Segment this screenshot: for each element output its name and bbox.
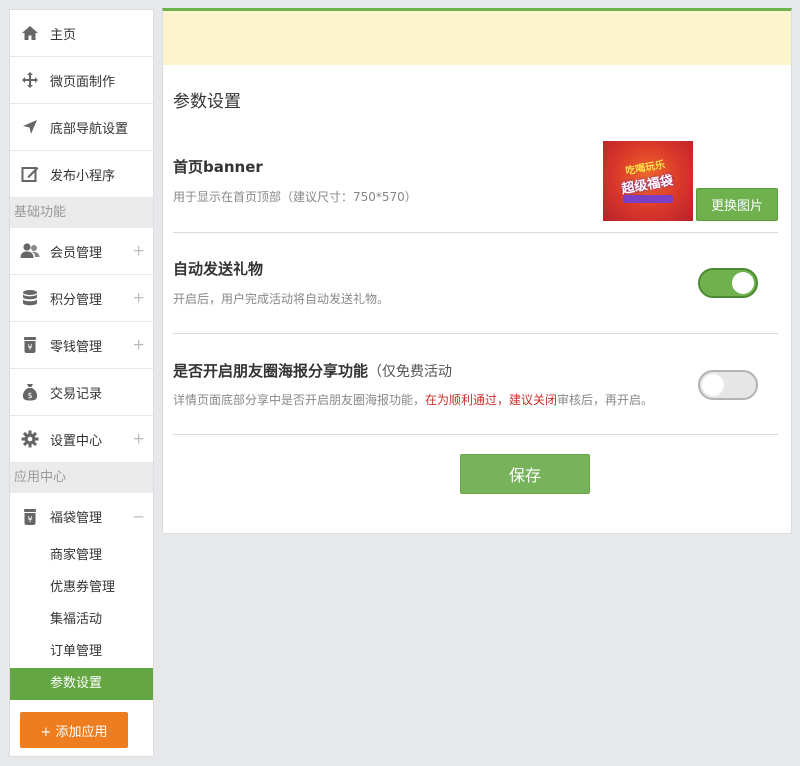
gear-icon — [20, 429, 40, 449]
home-icon — [20, 23, 40, 43]
move-icon — [20, 70, 40, 90]
poster-desc-part2: 审核后，再开启。 — [557, 393, 654, 407]
sidebar-subitem-coupons[interactable]: 优惠券管理 — [10, 572, 153, 604]
sidebar-item-label: 微页面制作 — [50, 74, 116, 90]
svg-text:¥: ¥ — [27, 343, 32, 352]
poster-desc-warning: 在为顺利通过，建议关闭 — [425, 393, 558, 407]
sidebar-item-label: 设置中心 — [50, 433, 103, 449]
banner-setting-row: 首页banner 用于显示在首页顶部（建议尺寸：750*570） 吃喝玩乐 超级… — [173, 141, 778, 233]
yen-jar-icon: ¥ — [20, 335, 40, 355]
poster-setting-title: 是否开启朋友圈海报分享功能（仅免费活动 — [173, 360, 452, 381]
section-header-apps: 应用中心 — [10, 463, 153, 493]
users-icon — [20, 241, 40, 261]
sidebar-item-publish[interactable]: 发布小程序 — [10, 151, 153, 198]
sidebar-item-transactions[interactable]: $ 交易记录 — [10, 369, 153, 416]
gift-setting-title: 自动发送礼物 — [173, 260, 264, 278]
sidebar-item-bottom-nav[interactable]: 底部导航设置 — [10, 104, 153, 151]
database-icon — [20, 288, 40, 308]
expand-icon[interactable]: + — [132, 290, 145, 306]
main-panel: 参数设置 首页banner 用于显示在首页顶部（建议尺寸：750*570） 吃喝… — [162, 8, 792, 534]
save-button[interactable]: 保存 — [460, 454, 590, 494]
poster-desc-part1: 详情页面底部分享中是否开启朋友圈海报功能， — [173, 393, 426, 407]
sidebar-subitem-orders[interactable]: 订单管理 — [10, 636, 153, 668]
sidebar-item-label: 主页 — [50, 27, 77, 43]
sidebar-item-micro-page[interactable]: 微页面制作 — [10, 57, 153, 104]
yen-jar-icon: ¥ — [20, 507, 40, 527]
sidebar-item-label: 发布小程序 — [50, 168, 116, 184]
sidebar-item-home[interactable]: 主页 — [10, 10, 153, 57]
toggle-knob — [732, 272, 754, 294]
expand-icon[interactable]: + — [132, 431, 145, 447]
svg-text:¥: ¥ — [27, 515, 32, 524]
sidebar-item-label: 会员管理 — [50, 245, 103, 261]
change-image-button[interactable]: 更换图片 — [696, 188, 778, 221]
thumb-ribbon — [623, 195, 673, 203]
sidebar-item-lucky-bag[interactable]: ¥ 福袋管理 − — [10, 493, 153, 540]
sidebar-subitem-activity[interactable]: 集福活动 — [10, 604, 153, 636]
poster-setting-desc: 详情页面底部分享中是否开启朋友圈海报功能，在为顺利通过，建议关闭审核后，再开启。 — [173, 391, 653, 408]
add-app-button[interactable]: + 添加应用 — [20, 712, 128, 748]
svg-text:$: $ — [27, 391, 32, 400]
notice-strip — [163, 11, 791, 65]
collapse-icon[interactable]: − — [132, 509, 145, 524]
sidebar-item-label: 零钱管理 — [50, 339, 103, 355]
sidebar-item-label: 福袋管理 — [50, 511, 103, 526]
banner-setting-desc: 用于显示在首页顶部（建议尺寸：750*570） — [173, 190, 417, 204]
sidebar-item-label: 交易记录 — [50, 386, 103, 402]
sidebar-item-label: 底部导航设置 — [50, 121, 129, 137]
page-title: 参数设置 — [173, 92, 241, 112]
auto-gift-toggle[interactable] — [698, 268, 758, 298]
sidebar-item-members[interactable]: 会员管理 + — [10, 228, 153, 275]
edit-icon — [20, 164, 40, 184]
gift-setting-desc: 开启后，用户完成活动将自动发送礼物。 — [173, 292, 390, 306]
poster-title-text: 是否开启朋友圈海报分享功能 — [173, 362, 369, 380]
toggle-knob — [702, 374, 724, 396]
expand-icon[interactable]: + — [132, 337, 145, 353]
poster-title-note: （仅免费活动 — [368, 364, 453, 380]
sidebar: 主页 微页面制作 底部导航设置 发布小程序 基础功能 会员管理 + 积分管理 + — [9, 9, 154, 757]
section-header-basic: 基础功能 — [10, 198, 153, 228]
sidebar-item-settings[interactable]: 设置中心 + — [10, 416, 153, 463]
sidebar-item-points[interactable]: 积分管理 + — [10, 275, 153, 322]
banner-thumbnail: 吃喝玩乐 超级福袋 — [603, 141, 693, 221]
banner-setting-title: 首页banner — [173, 158, 263, 176]
expand-icon[interactable]: + — [132, 243, 145, 259]
money-bag-icon: $ — [20, 382, 40, 402]
poster-setting-row: 是否开启朋友圈海报分享功能（仅免费活动 详情页面底部分享中是否开启朋友圈海报功能… — [173, 334, 778, 435]
sidebar-subitem-params[interactable]: 参数设置 — [10, 668, 153, 700]
poster-share-toggle[interactable] — [698, 370, 758, 400]
gift-setting-row: 自动发送礼物 开启后，用户完成活动将自动发送礼物。 — [173, 233, 778, 334]
sidebar-subitem-merchants[interactable]: 商家管理 — [10, 540, 153, 572]
navigation-arrow-icon — [20, 117, 40, 137]
sidebar-item-change[interactable]: ¥ 零钱管理 + — [10, 322, 153, 369]
sidebar-item-label: 积分管理 — [50, 292, 103, 308]
